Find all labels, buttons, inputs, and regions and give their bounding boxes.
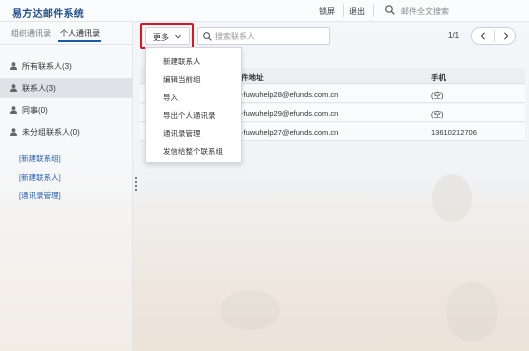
phone-cell: 13610212706 (431, 128, 477, 137)
lock-screen-link[interactable]: 锁屏 (319, 6, 335, 17)
top-divider (373, 4, 374, 17)
new-contact-link[interactable]: [新建联系人] (19, 172, 61, 183)
divider (0, 44, 133, 45)
more-button[interactable]: 更多 (145, 27, 190, 45)
column-header-mobile: 手机 (431, 73, 446, 82)
email-cell: -fuwuhelp27@efunds.com.cn (241, 128, 339, 137)
new-group-link[interactable]: [新建联系组] (19, 153, 61, 164)
chevron-right-icon (504, 32, 509, 40)
email-cell: -fuwuhelp29@efunds.com.cn (241, 109, 339, 118)
prev-page-button[interactable] (472, 28, 494, 44)
tab-personal-contacts[interactable]: 个人通讯录 (60, 28, 100, 39)
person-icon (10, 128, 17, 136)
top-divider (343, 4, 344, 17)
group-item-all-contacts[interactable]: 所有联系人(3) (0, 56, 133, 76)
phone-cell: (空) (431, 91, 444, 100)
email-cell: -fuwuhelp28@efunds.com.cn (241, 90, 339, 99)
menu-item-address-book-manage[interactable]: 通讯录管理 (146, 125, 241, 142)
search-icon (203, 32, 212, 41)
more-button-label: 更多 (153, 33, 169, 42)
menu-item-edit-group[interactable]: 编辑当前组 (146, 71, 241, 88)
menu-item-export[interactable]: 导出个人通讯录 (146, 107, 241, 124)
mail-search-input[interactable]: 邮件全文搜索 (401, 6, 449, 17)
group-label: 同事(0) (22, 106, 48, 115)
person-icon (10, 84, 17, 92)
group-label: 未分组联系人(0) (22, 128, 80, 137)
page-indicator: 1/1 (448, 31, 460, 40)
column-header-email: 件地址 (241, 73, 264, 82)
active-tab-indicator (58, 40, 101, 42)
next-page-button[interactable] (495, 28, 517, 44)
group-label: 联系人(3) (22, 84, 56, 93)
person-icon (10, 106, 17, 114)
chevron-down-icon (175, 34, 181, 39)
contact-search-input[interactable] (215, 29, 327, 43)
group-label: 所有联系人(3) (22, 62, 72, 71)
pager (471, 27, 516, 45)
menu-item-mail-whole-group[interactable]: 发信给整个联系组 (146, 143, 241, 160)
more-dropdown-menu: 新建联系人 编辑当前组 导入 导出个人通讯录 通讯录管理 发信给整个联系组 (145, 47, 242, 163)
logout-link[interactable]: 退出 (349, 6, 365, 17)
search-icon[interactable] (385, 5, 395, 15)
group-item-ungrouped[interactable]: 未分组联系人(0) (0, 122, 133, 142)
phone-cell: (空) (431, 110, 444, 119)
tab-org-contacts[interactable]: 组织通讯录 (11, 28, 51, 39)
group-item-contacts[interactable]: 联系人(3) (0, 78, 133, 98)
contact-search-box[interactable] (197, 27, 330, 45)
panel-resize-handle[interactable] (135, 177, 138, 193)
address-book-manage-link[interactable]: [通讯录管理] (19, 190, 61, 201)
menu-item-import[interactable]: 导入 (146, 89, 241, 106)
menu-item-new-contact[interactable]: 新建联系人 (146, 53, 241, 70)
person-icon (10, 62, 17, 70)
group-item-colleagues[interactable]: 同事(0) (0, 100, 133, 120)
app-title: 易方达邮件系统 (12, 9, 85, 20)
chevron-left-icon (480, 32, 485, 40)
